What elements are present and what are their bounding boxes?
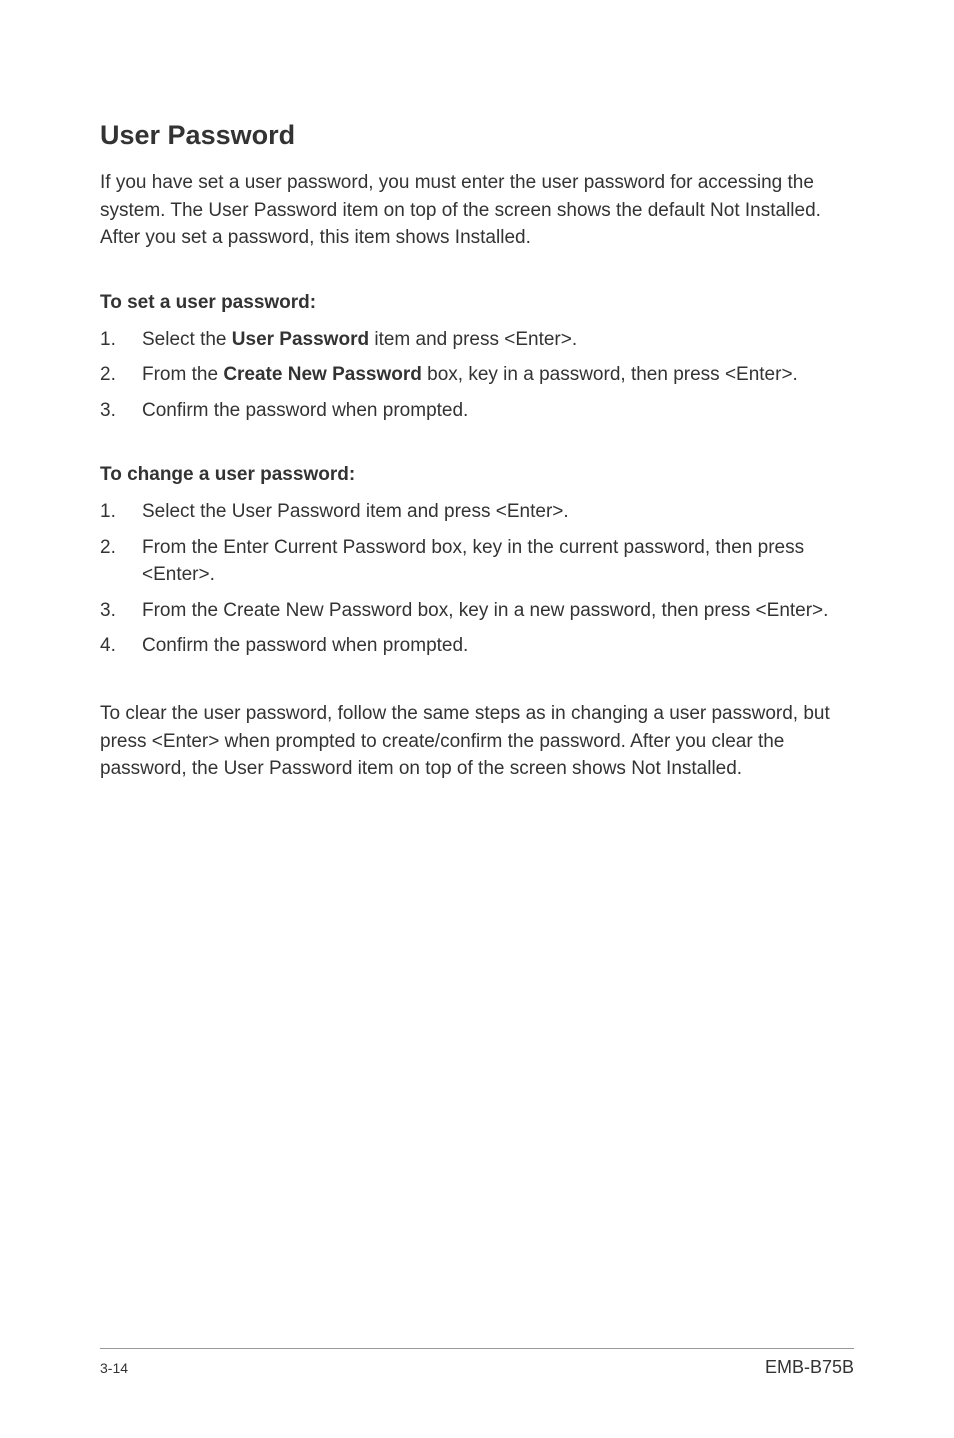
list-item: 3. Confirm the password when prompted.	[100, 397, 854, 425]
section2-heading: To change a user password:	[100, 464, 854, 486]
item-number: 3.	[100, 397, 142, 425]
list-item: 1. Select the User Password item and pre…	[100, 326, 854, 354]
closing-text: To clear the user password, follow the s…	[100, 700, 854, 783]
page-footer: 3-14 EMB-B75B	[100, 1348, 854, 1378]
item-number: 1.	[100, 498, 142, 526]
product-name: EMB-B75B	[765, 1357, 854, 1378]
item-text: From the Enter Current Password box, key…	[142, 534, 854, 589]
item-number: 4.	[100, 632, 142, 660]
section1-heading: To set a user password:	[100, 292, 854, 314]
footer-divider	[100, 1348, 854, 1349]
item-text: Confirm the password when prompted.	[142, 397, 854, 425]
item-text: From the Create New Password box, key in…	[142, 361, 854, 389]
item-number: 2.	[100, 361, 142, 389]
item-number: 2.	[100, 534, 142, 589]
list-item: 3. From the Create New Password box, key…	[100, 597, 854, 625]
list-item: 2. From the Create New Password box, key…	[100, 361, 854, 389]
item-text: Select the User Password item and press …	[142, 498, 854, 526]
item-text: From the Create New Password box, key in…	[142, 597, 854, 625]
section2-list: 1. Select the User Password item and pre…	[100, 498, 854, 660]
list-item: 4. Confirm the password when prompted.	[100, 632, 854, 660]
section1-list: 1. Select the User Password item and pre…	[100, 326, 854, 425]
page-title: User Password	[100, 120, 854, 151]
item-number: 1.	[100, 326, 142, 354]
item-number: 3.	[100, 597, 142, 625]
item-text: Select the User Password item and press …	[142, 326, 854, 354]
page-number: 3-14	[100, 1360, 128, 1376]
list-item: 1. Select the User Password item and pre…	[100, 498, 854, 526]
list-item: 2. From the Enter Current Password box, …	[100, 534, 854, 589]
item-text: Confirm the password when prompted.	[142, 632, 854, 660]
intro-text: If you have set a user password, you mus…	[100, 169, 854, 252]
